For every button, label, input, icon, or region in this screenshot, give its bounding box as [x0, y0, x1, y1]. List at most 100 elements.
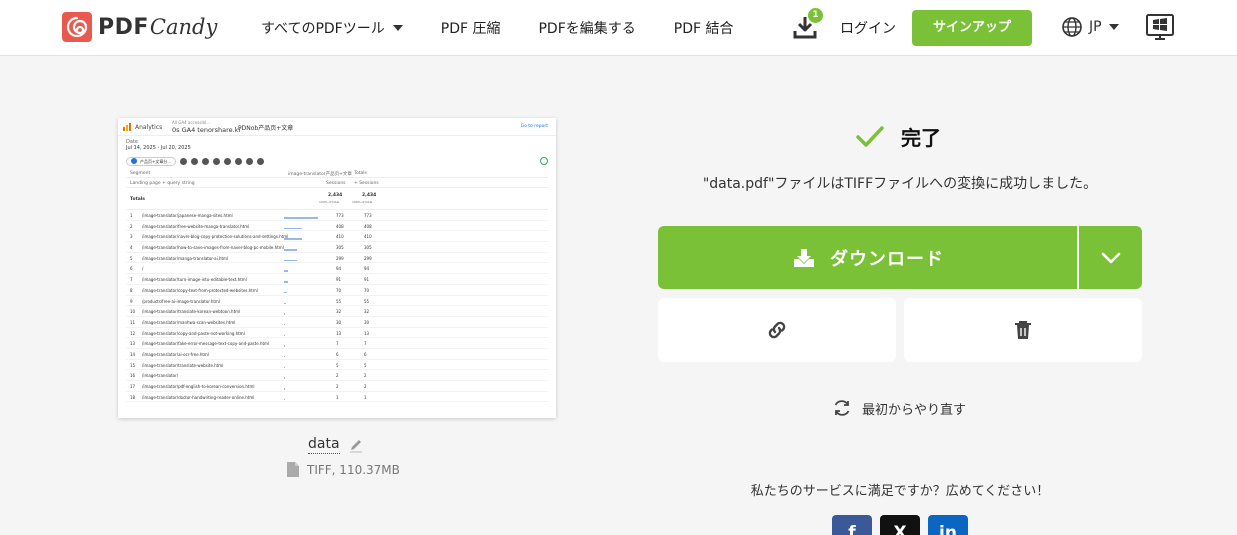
language-selector[interactable]: JP — [1061, 16, 1119, 38]
preview-row-bar — [284, 217, 318, 219]
preview-status-icon — [540, 157, 548, 165]
preview-row-bar — [284, 323, 286, 326]
pdfcandy-logo[interactable]: PDF Candy — [62, 12, 217, 42]
preview-row-bar — [284, 334, 285, 337]
download-button-label: ダウンロード — [830, 248, 944, 270]
preview-table-row: 2/image-translator/free-website-manga-tr… — [126, 221, 548, 232]
preview-row-value: 7 — [336, 341, 339, 347]
download-options-toggle[interactable] — [1079, 226, 1142, 289]
preview-row-value-right: 305 — [364, 245, 372, 251]
nav-merge-pdf[interactable]: PDF 結合 — [674, 18, 734, 38]
preview-row-page: / — [142, 266, 144, 272]
preview-totals-row: Totals 2,434 100% of total 2,434 100% of… — [126, 188, 548, 210]
preview-filter-bar: 产品页+文章分... — [126, 156, 268, 166]
segment-dot-icon — [131, 158, 137, 164]
file-name-text[interactable]: data — [308, 436, 340, 454]
nav-all-pdf-tools[interactable]: すべてのPDFツール — [261, 18, 403, 38]
pencil-icon[interactable] — [348, 437, 364, 453]
preview-row-number: 16 — [130, 373, 136, 379]
globe-icon — [1062, 17, 1082, 37]
start-over-button[interactable]: 最初からやり直す — [832, 398, 966, 418]
preview-row-number: 14 — [130, 351, 136, 357]
preview-chip-icon — [246, 157, 254, 165]
login-link[interactable]: ログイン — [840, 18, 896, 38]
preview-row-bar — [284, 291, 288, 294]
preview-chip-icon — [191, 157, 199, 165]
file-name-editor: data — [308, 436, 364, 454]
preview-col-sessions: Sessions — [326, 181, 346, 186]
preview-row-value: 13 — [336, 330, 342, 336]
start-over-label: 最初からやり直す — [862, 402, 967, 418]
preview-row-value-right: 5 — [364, 362, 367, 368]
download-button[interactable]: ダウンロード — [658, 226, 1078, 289]
preview-row-value-right: 94 — [364, 266, 370, 272]
preview-row-page: /image-translator/turn-image-into-editab… — [142, 277, 247, 283]
preview-row-bar — [284, 345, 285, 347]
preview-row-value-right: 2 — [364, 373, 367, 379]
logo-pdf-text: PDF — [98, 14, 149, 40]
preview-chip-icon — [202, 157, 210, 165]
nav-all-pdf-tools-label: すべてのPDFツール — [261, 21, 385, 37]
preview-row-page: /image-translator/naver-blog-copy-protec… — [142, 234, 289, 240]
preview-row-value-right: 410 — [364, 234, 372, 240]
preview-totals-label: Totals — [130, 197, 145, 202]
preview-row-value-right: 7 — [364, 341, 367, 347]
preview-header: Analytics All GA4 accessibl... 0s GA4 te… — [118, 118, 556, 136]
windows-desktop-app-icon[interactable] — [1145, 13, 1175, 47]
preview-row-page: /image-translator/fake-error-message-tex… — [142, 341, 270, 347]
preview-row-page: /image-translator/japanese-manga-sites.h… — [142, 213, 233, 218]
preview-row-value: 70 — [336, 287, 342, 293]
preview-row-page: /image-translator/manhwa-scan-websites.h… — [142, 319, 236, 325]
preview-table-row: 18/image-translator/doctor-handwriting-r… — [126, 392, 548, 403]
preview-row-value: 6 — [336, 351, 339, 357]
x-icon: X — [893, 523, 907, 535]
share-prompt: 私たちのサービスに満足ですか？広めてください！ — [750, 484, 1050, 499]
preview-chip-icon — [180, 157, 188, 165]
preview-row-value: 1 — [336, 394, 339, 400]
preview-row-value: 2 — [336, 373, 339, 379]
preview-table-row: 10/image-translator/translate-korean-web… — [126, 306, 548, 317]
preview-chip-icon — [235, 157, 243, 165]
preview-row-value-right: 55 — [364, 298, 370, 304]
preview-row-number: 13 — [130, 341, 136, 347]
preview-row-value: 55 — [336, 298, 342, 304]
preview-row-bar — [284, 388, 285, 390]
share-x-button[interactable]: X — [880, 515, 920, 535]
preview-row-page: /image-translator/pdf-english-to-korean-… — [142, 384, 255, 389]
preview-table-row: 3/image-translator/naver-blog-copy-prote… — [126, 231, 548, 243]
preview-row-value: 408 — [336, 223, 344, 229]
preview-table-row: 13/image-translator/fake-error-message-t… — [126, 338, 548, 349]
nav-compress-pdf[interactable]: PDF 圧縮 — [441, 18, 501, 38]
preview-row-number: 10 — [130, 309, 136, 315]
delete-button[interactable] — [904, 298, 1142, 362]
complete-title: 完了 — [901, 126, 941, 150]
share-facebook-button[interactable]: f — [832, 515, 872, 535]
preview-row-bar — [284, 313, 286, 315]
preview-table-subheader: Landing page + query string Sessions + S… — [126, 178, 548, 188]
preview-row-number: 7 — [130, 277, 133, 283]
nav-edit-pdf[interactable]: PDFを編集する — [538, 18, 635, 38]
caret-down-icon — [392, 25, 403, 31]
copy-link-button[interactable] — [658, 298, 896, 362]
preview-chip-icon — [224, 157, 232, 165]
preview-totals-sub: 100% of total — [319, 200, 340, 204]
preview-row-value: 410 — [336, 234, 344, 240]
preview-row-value-right: 299 — [364, 255, 372, 261]
preview-row-bar — [284, 398, 285, 401]
preview-row-bar — [284, 238, 303, 240]
preview-table-row: 11/image-translator/manhwa-scan-websites… — [126, 317, 548, 328]
preview-table-row: 8/image-translator/copy-text-from-protec… — [126, 285, 548, 296]
caret-down-icon — [1108, 24, 1119, 30]
share-linkedin-button[interactable]: in — [928, 515, 968, 535]
preview-row-number: 6 — [130, 266, 133, 272]
preview-row-value-right: 30 — [364, 319, 370, 325]
preview-col-dimension: Landing page + query string — [130, 181, 195, 186]
conversion-complete: 完了 — [855, 122, 941, 151]
preview-report-title: PDNob产品页+文章 — [238, 125, 294, 132]
preview-row-number: 12 — [130, 330, 136, 336]
preview-row-number: 3 — [130, 234, 133, 240]
preview-chip-icon — [257, 157, 265, 165]
preview-totals-sub-right: 100% of total — [352, 200, 373, 204]
signup-button[interactable]: サインアップ — [912, 10, 1032, 46]
preview-row-bar — [284, 377, 285, 379]
